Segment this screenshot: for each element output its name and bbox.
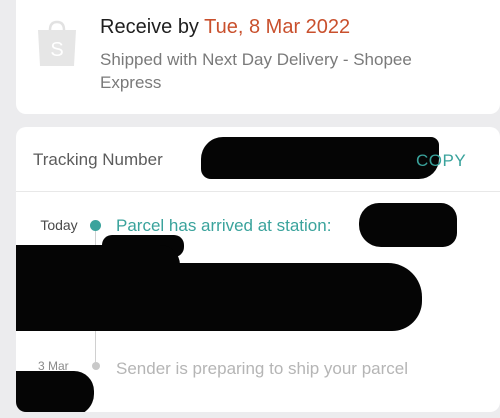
tracking-number-row: Tracking Number COPY: [16, 127, 500, 192]
tracking-card: Tracking Number COPY Today Parcel has ar…: [16, 127, 500, 412]
receive-by-line: Receive by Tue, 8 Mar 2022: [100, 16, 350, 39]
timeline-dot-active: [90, 220, 101, 231]
redaction-mark: [359, 203, 457, 247]
shopping-bag-icon: S: [38, 20, 76, 66]
svg-text:S: S: [50, 39, 63, 61]
redaction-mark: [16, 263, 422, 331]
delivery-card: S Receive by Tue, 8 Mar 2022 Shipped wit…: [16, 0, 500, 114]
redacted-tracking-number: [201, 137, 439, 179]
redaction-mark: [16, 371, 94, 412]
copy-button[interactable]: COPY: [416, 151, 466, 171]
timeline-event-arrived: Parcel has arrived at station:: [116, 216, 332, 235]
tracking-number-label: Tracking Number: [33, 150, 163, 169]
shipping-method: Shipped with Next Day Delivery - Shopee …: [100, 50, 412, 92]
receive-date: Tue, 8 Mar 2022: [204, 16, 351, 38]
receive-prefix: Receive by: [100, 16, 199, 38]
timeline-dot-inactive: [92, 362, 100, 370]
timeline-event-preparing: Sender is preparing to ship your parcel: [116, 359, 408, 378]
timeline-date-today: Today: [40, 217, 78, 233]
